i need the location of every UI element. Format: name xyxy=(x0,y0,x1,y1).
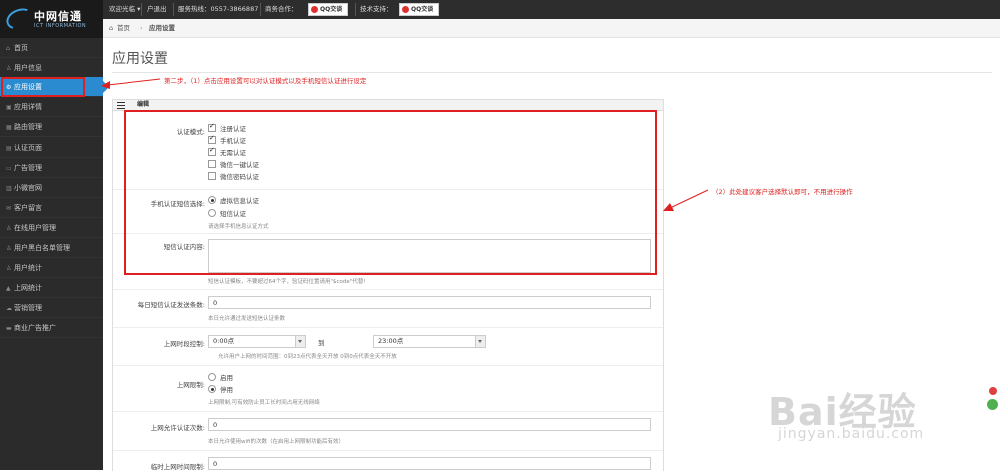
badge-icon xyxy=(989,387,997,395)
watermark-url: jingyan.baidu.com xyxy=(778,426,925,442)
annotation-arrow-line xyxy=(107,78,161,86)
annotation-arrow-line xyxy=(669,189,709,209)
side-widget[interactable] xyxy=(987,385,1000,415)
badge-icon xyxy=(987,399,998,410)
annotation-arrowhead xyxy=(101,81,110,89)
